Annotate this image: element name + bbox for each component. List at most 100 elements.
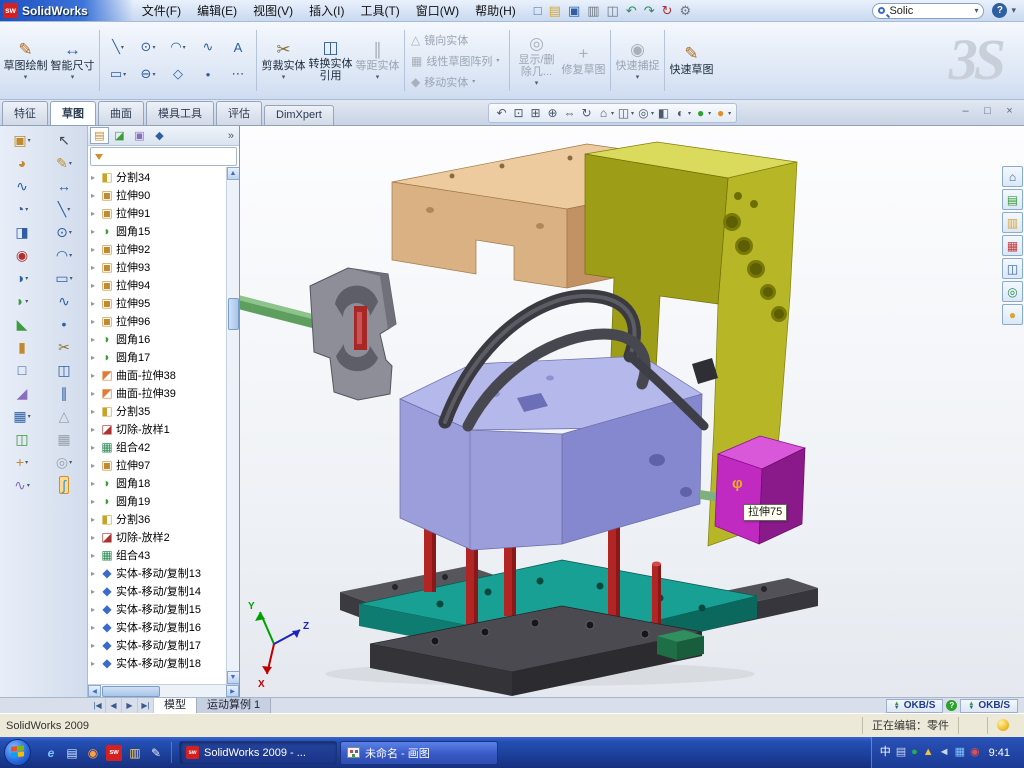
- menu-item[interactable]: 视图(V): [245, 2, 301, 19]
- expand-arrow-icon[interactable]: ▸: [91, 551, 98, 560]
- mirror-icon[interactable]: ◫ ▾: [12, 430, 31, 448]
- tree-item[interactable]: ▸ 拉伸95: [88, 294, 226, 312]
- tree-vertical-scrollbar[interactable]: ▲ ▼: [226, 167, 239, 684]
- tree-item[interactable]: ▸ 圆角18: [88, 474, 226, 492]
- tree-item[interactable]: ▸ 拉伸92: [88, 240, 226, 258]
- expand-arrow-icon[interactable]: ▸: [91, 605, 98, 614]
- document-tab[interactable]: 运动算例 1: [197, 698, 271, 713]
- sketch-pattern-icon[interactable]: ▦ ▾: [54, 430, 73, 448]
- draft-icon[interactable]: ◢ ▾: [14, 384, 31, 402]
- scroll-down-icon[interactable]: ▼: [227, 671, 240, 684]
- extruded-cut-icon[interactable]: ◨ ▾: [12, 223, 31, 241]
- sketch-icon[interactable]: ✎ ▾: [53, 154, 75, 172]
- expand-arrow-icon[interactable]: ▸: [91, 497, 98, 506]
- scroll-left-icon[interactable]: ◀: [88, 685, 101, 697]
- tree-item[interactable]: ▸ 拉伸96: [88, 312, 226, 330]
- tree-item[interactable]: ▸ 实体-移动/复制18: [88, 654, 226, 672]
- appearance-icon[interactable]: ● ▾: [693, 106, 711, 120]
- circle-tool[interactable]: ⊙ ▾: [133, 34, 163, 61]
- section-view-icon[interactable]: ◧ ▾: [656, 106, 671, 120]
- shell-icon[interactable]: □ ▾: [15, 361, 29, 379]
- zoom-area-icon[interactable]: ⊞ ▾: [528, 106, 543, 120]
- ie-icon[interactable]: e: [43, 745, 59, 761]
- last-tab-icon[interactable]: ▶|: [138, 698, 154, 713]
- standard-views-icon[interactable]: ⌂ ▾: [596, 106, 614, 120]
- line-icon[interactable]: ╲ ▾: [55, 200, 73, 218]
- select-icon[interactable]: ↖ ▾: [55, 131, 73, 149]
- ribbon-tab[interactable]: 模具工具: [146, 101, 214, 125]
- scroll-right-icon[interactable]: ▶: [226, 685, 239, 697]
- curves-icon[interactable]: ∿ ▾: [11, 476, 33, 494]
- tree-item[interactable]: ▸ 组合42: [88, 438, 226, 456]
- zoom-in-out-icon[interactable]: ⊕ ▾: [545, 106, 560, 120]
- rotate-view-icon[interactable]: ↻ ▾: [579, 106, 594, 120]
- trim-entities-button[interactable]: ✂ 剪裁实体 ▾: [260, 25, 307, 96]
- point-tool[interactable]: • ▾: [193, 61, 223, 88]
- offset-entities-button[interactable]: ∥ 等距实体 ▾: [354, 25, 401, 96]
- scroll-thumb[interactable]: [228, 298, 239, 330]
- tree-item[interactable]: ▸ 实体-移动/复制17: [88, 636, 226, 654]
- line-tool[interactable]: ╲ ▾: [103, 34, 133, 61]
- expand-arrow-icon[interactable]: ▸: [91, 389, 98, 398]
- options-icon[interactable]: ⚙: [680, 4, 692, 17]
- menu-item[interactable]: 插入(I): [301, 2, 352, 19]
- arc-tool[interactable]: ◠ ▾: [163, 34, 193, 61]
- rapid-sketch-button[interactable]: ✎ 快速草图 ▾: [668, 25, 715, 96]
- slot-tool[interactable]: ⊖ ▾: [133, 61, 163, 88]
- tree-item[interactable]: ▸ 实体-移动/复制13: [88, 564, 226, 582]
- save-icon[interactable]: ▣: [568, 4, 580, 17]
- repair-sketch-button[interactable]: + 修复草图 ▾: [560, 25, 607, 96]
- expand-arrow-icon[interactable]: ▸: [91, 443, 98, 452]
- point-icon[interactable]: • ▾: [59, 315, 70, 333]
- tree-item[interactable]: ▸ 分割36: [88, 510, 226, 528]
- scroll-up-icon[interactable]: ▲: [227, 167, 240, 180]
- propertymanager-tab[interactable]: ◪: [110, 127, 129, 144]
- expand-arrow-icon[interactable]: ▸: [91, 407, 98, 416]
- tree-item[interactable]: ▸ 组合43: [88, 546, 226, 564]
- spline-icon[interactable]: ∿ ▾: [55, 292, 73, 310]
- expand-arrow-icon[interactable]: ▸: [91, 173, 98, 182]
- search-dropdown-icon[interactable]: ▾: [974, 6, 978, 15]
- ribbon-tab[interactable]: 特征: [2, 101, 48, 125]
- paint-launcher-icon[interactable]: ✎: [148, 745, 164, 761]
- ribbon-tab[interactable]: 曲面: [98, 101, 144, 125]
- ribbon-tab[interactable]: 评估: [216, 101, 262, 125]
- expand-arrow-icon[interactable]: ▸: [91, 587, 98, 596]
- expand-arrow-icon[interactable]: ▸: [91, 623, 98, 632]
- keyboard-layout-icon[interactable]: ▤: [896, 747, 906, 758]
- expand-arrow-icon[interactable]: ▸: [91, 317, 98, 326]
- expand-arrow-icon[interactable]: ▸: [91, 281, 98, 290]
- featuremanager-tab[interactable]: ▤: [90, 127, 109, 144]
- linear-sketch-pattern-button[interactable]: ▦ 线性草图阵列 ▾: [408, 52, 506, 70]
- redo-icon[interactable]: ↷: [644, 4, 655, 17]
- restore-icon[interactable]: □: [981, 105, 994, 117]
- print-icon[interactable]: ▥: [587, 4, 599, 17]
- display-delete-relations-button[interactable]: ◎ 显示/删除几... ▾: [513, 25, 560, 96]
- tree-item[interactable]: ▸ 拉伸97: [88, 456, 226, 474]
- quick-snaps-button[interactable]: ◉ 快速捕捉 ▾: [614, 25, 661, 96]
- smart-dimension-button[interactable]: ↔ 智能尺寸 ▾: [49, 25, 96, 96]
- polygon-tool[interactable]: ◇ ▾: [163, 61, 193, 88]
- network-icon[interactable]: ▦: [955, 747, 965, 758]
- rib-icon[interactable]: ▮ ▾: [15, 338, 29, 356]
- tree-item[interactable]: ▸ 拉伸93: [88, 258, 226, 276]
- expand-arrow-icon[interactable]: ▸: [91, 569, 98, 578]
- convert-icon[interactable]: ◫ ▾: [54, 361, 73, 379]
- menu-item[interactable]: 工具(T): [352, 2, 407, 19]
- lofted-boss-icon[interactable]: ◔ ▾: [13, 200, 31, 218]
- taskbar-button[interactable]: SolidWorks 2009 - ...: [179, 741, 337, 765]
- next-tab-icon[interactable]: ▶: [122, 698, 138, 713]
- configurationmanager-tab[interactable]: ▣: [130, 127, 149, 144]
- help-button[interactable]: ?: [992, 3, 1007, 18]
- linear-pattern-icon[interactable]: ▦ ▾: [10, 407, 33, 425]
- 3d-model-view[interactable]: φ: [240, 126, 1024, 697]
- minimize-icon[interactable]: –: [959, 105, 972, 117]
- expand-arrow-icon[interactable]: ▸: [91, 533, 98, 542]
- circle-icon[interactable]: ⊙ ▾: [53, 223, 75, 241]
- tree-item[interactable]: ▸ 圆角16: [88, 330, 226, 348]
- display-style-icon[interactable]: ◫ ▾: [616, 106, 634, 120]
- display-relations-icon[interactable]: ◎ ▾: [53, 453, 75, 471]
- ribbon-tab[interactable]: DimXpert: [264, 105, 334, 125]
- tree-item[interactable]: ▸ 曲面-拉伸38: [88, 366, 226, 384]
- swept-boss-icon[interactable]: ∿ ▾: [13, 177, 31, 195]
